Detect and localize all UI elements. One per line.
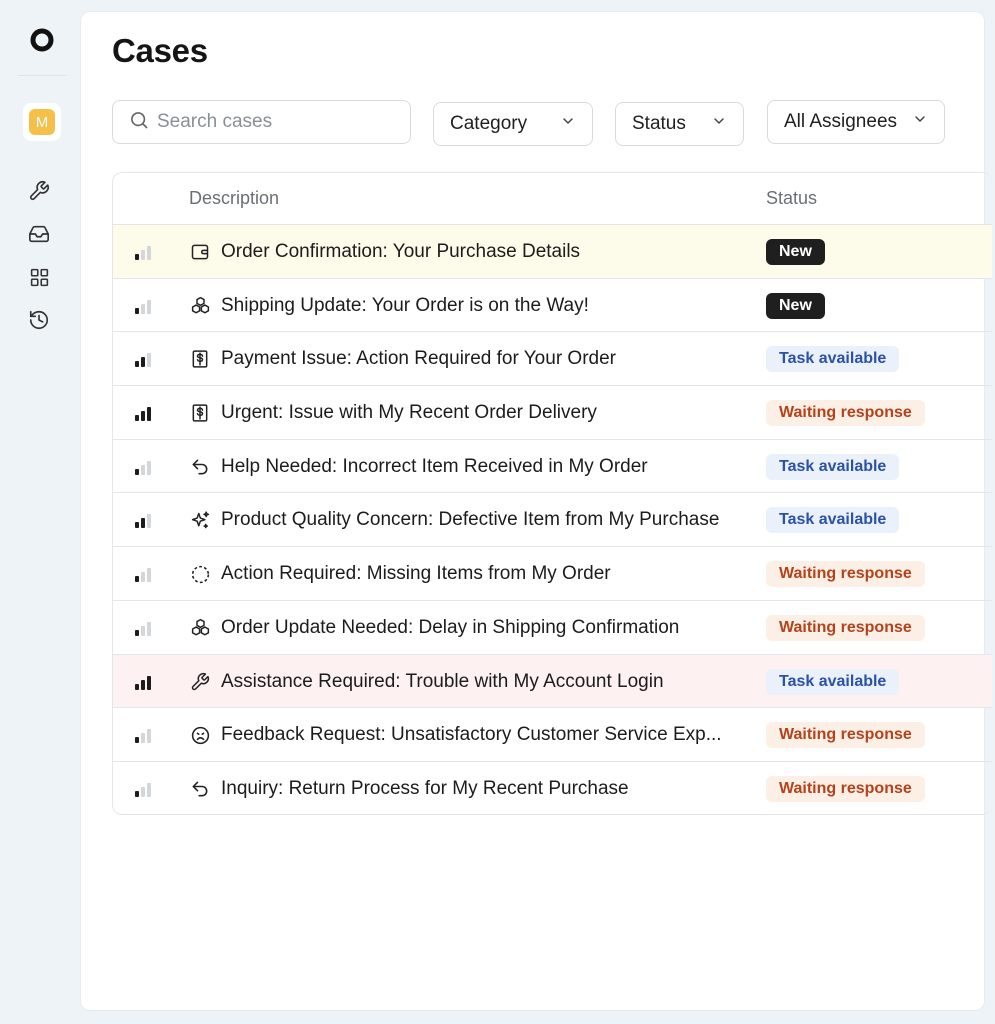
frown-face-icon	[189, 724, 211, 746]
case-description[interactable]: Action Required: Missing Items from My O…	[221, 563, 611, 585]
wallet-icon	[189, 241, 211, 263]
priority-bars-icon	[135, 298, 155, 314]
dashed-circle-icon	[189, 563, 211, 585]
dollar-receipt-icon	[189, 348, 211, 370]
assignees-dropdown[interactable]: All Assignees	[767, 100, 945, 144]
status-badge: New	[766, 239, 825, 265]
category-dropdown-label: Category	[450, 113, 528, 134]
page-title: Cases	[112, 32, 208, 69]
case-description[interactable]: Feedback Request: Unsatisfactory Custome…	[221, 724, 722, 746]
logo-icon[interactable]	[29, 27, 55, 53]
sidebar-divider	[18, 75, 66, 76]
status-dropdown-label: Status	[632, 113, 686, 134]
table-header: Description Status	[113, 173, 992, 225]
table-row[interactable]: Urgent: Issue with My Recent Order Deliv…	[113, 386, 992, 440]
wrench-icon[interactable]	[27, 179, 51, 203]
status-badge: New	[766, 292, 825, 319]
avatar: M	[29, 109, 55, 135]
priority-bars-icon	[135, 351, 155, 368]
priority-bars-icon	[135, 674, 155, 690]
sidebar: M	[0, 0, 80, 1024]
search-input[interactable]	[157, 111, 397, 133]
search-box[interactable]	[112, 100, 411, 144]
main-panel: Cases Category Status All Assignees Desc…	[80, 11, 992, 1011]
table-row[interactable]: Action Required: Missing Items from My O…	[113, 547, 992, 601]
priority-bars-icon	[135, 727, 155, 744]
priority-bars-icon	[135, 512, 155, 529]
status-badge: Waiting response	[766, 722, 925, 749]
table-row[interactable]: Shipping Update: Your Order is on the Wa…	[113, 279, 992, 333]
table-row[interactable]: Assistance Required: Trouble with My Acc…	[113, 654, 992, 709]
status-badge: Waiting response	[766, 400, 925, 427]
category-dropdown[interactable]: Category	[433, 102, 593, 146]
boxes-icon	[189, 617, 211, 639]
dollar-receipt-icon	[189, 402, 211, 424]
case-description[interactable]: Order Update Needed: Delay in Shipping C…	[221, 617, 679, 639]
priority-bars-icon	[135, 781, 155, 797]
reply-arrow-icon	[189, 778, 211, 800]
priority-bars-icon	[135, 459, 155, 475]
priority-bars-icon	[135, 405, 155, 422]
status-dropdown[interactable]: Status	[615, 102, 744, 146]
boxes-icon	[189, 295, 211, 317]
case-description[interactable]: Inquiry: Return Process for My Recent Pu…	[221, 778, 629, 800]
case-description[interactable]: Payment Issue: Action Required for Your …	[221, 348, 616, 370]
status-badge: Waiting response	[766, 614, 925, 641]
column-header-description[interactable]: Description	[189, 188, 279, 209]
table-row[interactable]: Payment Issue: Action Required for Your …	[113, 332, 992, 387]
case-description[interactable]: Product Quality Concern: Defective Item …	[221, 509, 719, 531]
priority-bars-icon	[135, 244, 155, 260]
reply-arrow-icon	[189, 456, 211, 478]
case-description[interactable]: Help Needed: Incorrect Item Received in …	[221, 456, 648, 478]
case-description[interactable]: Assistance Required: Trouble with My Acc…	[221, 671, 664, 693]
chevron-down-icon	[912, 111, 928, 133]
table-row[interactable]: Help Needed: Incorrect Item Received in …	[113, 440, 992, 494]
status-badge: Task available	[766, 453, 900, 480]
table-row[interactable]: Inquiry: Return Process for My Recent Pu…	[113, 762, 992, 814]
sparkles-icon	[189, 509, 211, 531]
status-badge: Task available	[766, 507, 900, 534]
priority-bars-icon	[135, 620, 155, 636]
search-icon	[129, 110, 149, 135]
table-body: Order Confirmation: Your Purchase Detail…	[113, 225, 992, 814]
priority-bars-icon	[135, 566, 155, 583]
table-row[interactable]: Feedback Request: Unsatisfactory Custome…	[113, 708, 992, 762]
status-badge: Waiting response	[766, 561, 925, 588]
case-description[interactable]: Urgent: Issue with My Recent Order Deliv…	[221, 402, 597, 424]
chevron-down-icon	[560, 113, 576, 135]
history-icon[interactable]	[27, 308, 51, 332]
inbox-icon[interactable]	[27, 222, 51, 246]
case-description[interactable]: Order Confirmation: Your Purchase Detail…	[221, 241, 580, 263]
cases-table: Description Status Order Confirmation: Y…	[112, 172, 992, 815]
workspace-switcher[interactable]: M	[23, 103, 61, 141]
grid-icon[interactable]	[27, 265, 51, 289]
table-row[interactable]: Order Confirmation: Your Purchase Detail…	[113, 225, 992, 279]
table-row[interactable]: Order Update Needed: Delay in Shipping C…	[113, 601, 992, 655]
assignees-dropdown-label: All Assignees	[784, 111, 898, 132]
status-badge: Task available	[766, 346, 900, 373]
case-description[interactable]: Shipping Update: Your Order is on the Wa…	[221, 295, 589, 317]
chevron-down-icon	[711, 113, 727, 135]
status-badge: Task available	[766, 668, 900, 695]
wrench-icon	[189, 671, 211, 693]
table-row[interactable]: Product Quality Concern: Defective Item …	[113, 493, 992, 548]
column-header-status[interactable]: Status	[766, 188, 817, 209]
status-badge: Waiting response	[766, 775, 925, 802]
